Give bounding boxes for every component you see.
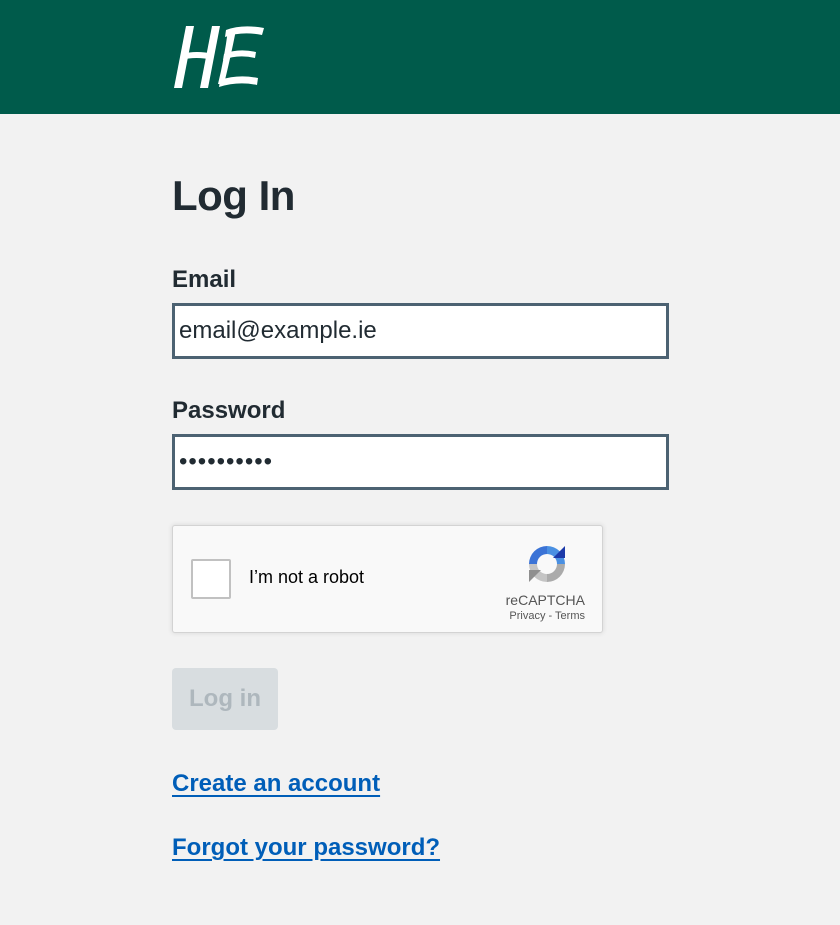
- hse-logo-icon[interactable]: [172, 20, 268, 94]
- forgot-password-link[interactable]: Forgot your password?: [172, 834, 440, 862]
- email-field[interactable]: [172, 303, 669, 359]
- recaptcha-privacy-link[interactable]: Privacy: [509, 610, 545, 622]
- recaptcha-logo-icon: [529, 546, 565, 582]
- password-field[interactable]: [172, 434, 669, 490]
- recaptcha-separator: -: [545, 610, 556, 622]
- login-button[interactable]: Log in: [172, 668, 278, 730]
- recaptcha-label: I’m not a robot: [249, 567, 365, 587]
- page-title: Log In: [172, 172, 295, 219]
- recaptcha-brand: reCAPTCHA: [505, 592, 585, 608]
- recaptcha-checkbox[interactable]: [191, 559, 231, 599]
- password-label: Password: [172, 397, 286, 424]
- create-account-link[interactable]: Create an account: [172, 770, 380, 798]
- recaptcha-terms-link[interactable]: Terms: [555, 610, 585, 622]
- recaptcha-widget: I’m not a robot reCAPTCHA Privacy - Term…: [172, 525, 603, 633]
- site-header: [0, 0, 840, 114]
- email-label: Email: [172, 266, 237, 293]
- recaptcha-links: Privacy - Terms: [509, 610, 585, 622]
